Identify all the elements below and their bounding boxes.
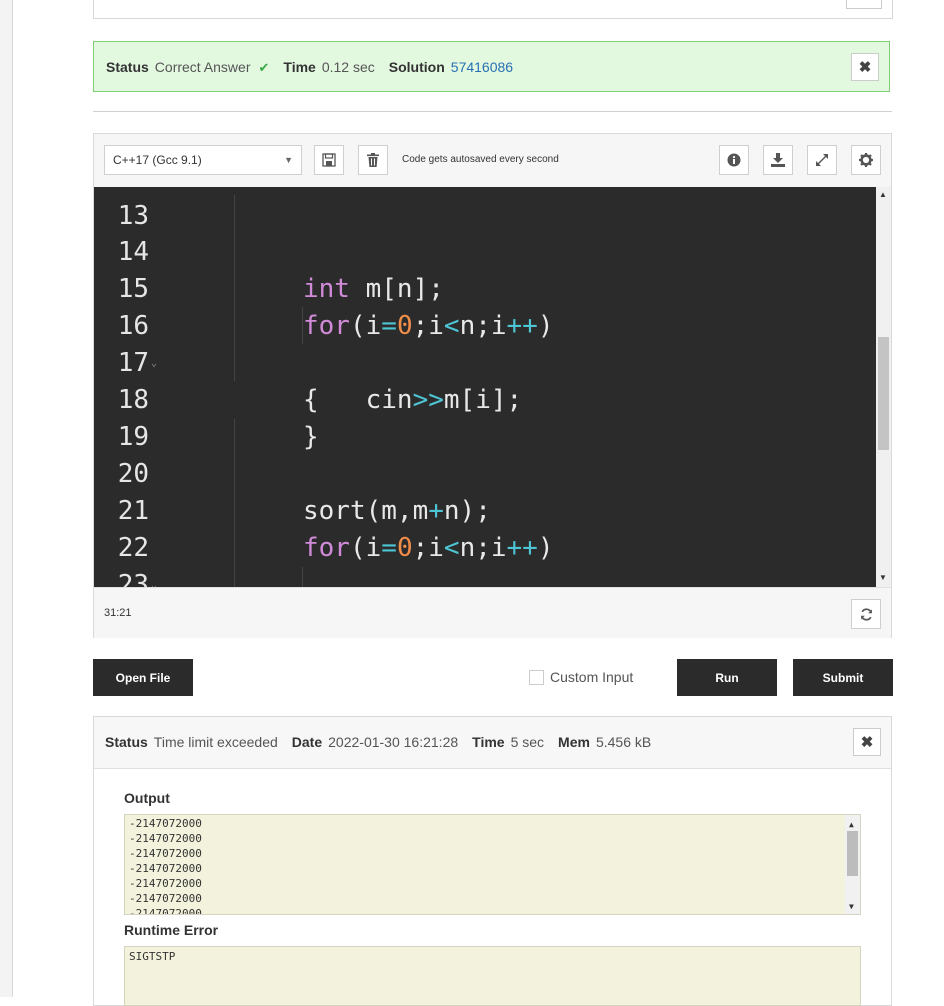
open-file-button[interactable]: Open File: [93, 659, 193, 696]
code-text: sort(m,m+n);: [303, 496, 491, 526]
chevron-down-icon: ▼: [284, 155, 293, 165]
custom-input-checkbox[interactable]: [529, 669, 544, 685]
output-line: -2147072000: [129, 847, 202, 860]
code-scrollbar[interactable]: ▲ ▼: [876, 187, 891, 587]
solution-label: Solution: [388, 59, 445, 75]
code-line: 16 ⌄ {: [94, 271, 319, 415]
close-icon[interactable]: ✖: [853, 728, 881, 756]
result-date-label: Date: [291, 734, 323, 750]
custom-input-toggle[interactable]: Custom Input: [529, 669, 633, 685]
editor-toolbar: C++17 (Gcc 9.1) ▼ Code gets autosaved ev…: [94, 134, 891, 187]
output-box[interactable]: -2147072000 -2147072000 -2147072000 -214…: [124, 814, 861, 915]
runtime-error-title: Runtime Error: [124, 922, 219, 938]
code-line: 20 sort(m,m+n);: [94, 419, 491, 526]
code-line: 15 for(i=0;i<n;i++): [94, 234, 554, 341]
code-text: for(i=0;i<n;i++): [303, 533, 554, 563]
result-status-value: Time limit exceeded: [153, 734, 278, 750]
code-line: 22 ⌄ {: [94, 493, 188, 587]
code-editor-panel: C++17 (Gcc 9.1) ▼ Code gets autosaved ev…: [93, 133, 892, 638]
refresh-icon: [860, 607, 872, 621]
page-left-rail: [0, 0, 13, 997]
save-icon: [322, 153, 336, 167]
indent-guide: [234, 195, 235, 381]
language-select-value: C++17 (Gcc 9.1): [113, 153, 202, 167]
output-line: -2147072000: [129, 832, 202, 845]
code-text: cin>>m[i];: [303, 385, 523, 415]
result-status-label: Status: [105, 734, 148, 750]
save-button[interactable]: [314, 145, 344, 175]
time-label: Time: [283, 59, 316, 75]
scroll-up-icon[interactable]: ▲: [849, 817, 854, 832]
run-result-panel: Status Time limit exceeded Date 2022-01-30 …: [93, 716, 892, 1006]
expand-icon: [816, 154, 828, 166]
solution-link[interactable]: 57416086: [451, 59, 513, 75]
scrollbar-thumb[interactable]: [878, 337, 889, 450]
cursor-position: 31:21: [104, 607, 132, 619]
editor-footer: 31:21: [94, 587, 891, 638]
output-line: -2147072000: [129, 907, 202, 915]
output-line: -2147072000: [129, 817, 202, 830]
result-header: Status Time limit exceeded Date 2022-01-30 …: [94, 717, 891, 769]
divider: [93, 111, 892, 112]
info-button[interactable]: [719, 145, 749, 175]
status-row: Status Correct Answer ✔ Time 0.12 sec Solutio…: [106, 58, 513, 77]
indent-guide: [302, 567, 303, 587]
output-scrollbar[interactable]: ▲ ▼: [845, 815, 860, 914]
output-line: -2147072000: [129, 862, 202, 875]
code-text: int m[n];: [303, 274, 444, 304]
check-icon: ✔: [258, 60, 270, 75]
language-select[interactable]: C++17 (Gcc 9.1) ▼: [104, 145, 302, 175]
code-area[interactable]: 13 14 int m[n]; 15 for(i=0;i<n;i++) 16 ⌄…: [94, 187, 876, 587]
code-line: 14 int m[n];: [94, 197, 444, 304]
reset-button[interactable]: [851, 599, 881, 629]
indent-guide: [234, 419, 235, 587]
result-mem-label: Mem: [558, 734, 590, 750]
settings-button[interactable]: [851, 145, 881, 175]
scroll-up-icon[interactable]: ▲: [879, 190, 887, 199]
code-line: 18 }: [94, 345, 319, 452]
download-button[interactable]: [763, 145, 793, 175]
result-time-value: 5 sec: [510, 734, 545, 750]
result-time-label: Time: [472, 734, 505, 750]
close-icon[interactable]: ✖: [851, 53, 879, 81]
result-date-value: 2022-01-30 16:21:28: [328, 734, 459, 750]
trash-icon: [367, 153, 379, 167]
code-line: 17 cin>>m[i];: [94, 308, 522, 415]
info-icon: [727, 153, 741, 167]
time-value: 0.12 sec: [321, 59, 375, 75]
submission-status-bar: Status Correct Answer ✔ Time 0.12 sec Solutio…: [93, 41, 890, 92]
status-value: Correct Answer: [154, 59, 251, 75]
code-line: 23 for(j=i+1;j<n;j++): [94, 530, 188, 587]
previous-panel-button[interactable]: [846, 0, 882, 9]
runtime-error-box[interactable]: SIGTSTP: [124, 946, 861, 1006]
output-title: Output: [124, 790, 170, 806]
scroll-down-icon[interactable]: ▼: [849, 899, 854, 914]
run-button[interactable]: Run: [677, 659, 777, 696]
runtime-error-text: SIGTSTP: [129, 950, 176, 963]
result-status-row: Status Time limit exceeded Date 2022-01-30 …: [105, 734, 665, 750]
code-line: 24 ⌄ {: [94, 567, 188, 587]
autosave-note: Code gets autosaved every second: [402, 154, 559, 165]
code-line: 19: [94, 382, 188, 452]
scroll-down-icon[interactable]: ▼: [879, 573, 887, 582]
delete-button[interactable]: [358, 145, 388, 175]
download-icon: [771, 153, 785, 167]
result-mem-value: 5.456 kB: [595, 734, 652, 750]
fullscreen-button[interactable]: [807, 145, 837, 175]
scrollbar-thumb[interactable]: [847, 831, 858, 876]
gear-icon: [859, 153, 873, 167]
code-text: }: [303, 422, 319, 452]
previous-panel-edge: [93, 0, 893, 19]
output-line: -2147072000: [129, 892, 202, 905]
status-label: Status: [106, 59, 149, 75]
custom-input-label: Custom Input: [550, 669, 634, 685]
submit-button[interactable]: Submit: [793, 659, 893, 696]
code-text: for(i=0;i<n;i++): [303, 311, 554, 341]
output-line: -2147072000: [129, 877, 202, 890]
code-line: 21 for(i=0;i<n;i++): [94, 456, 554, 563]
